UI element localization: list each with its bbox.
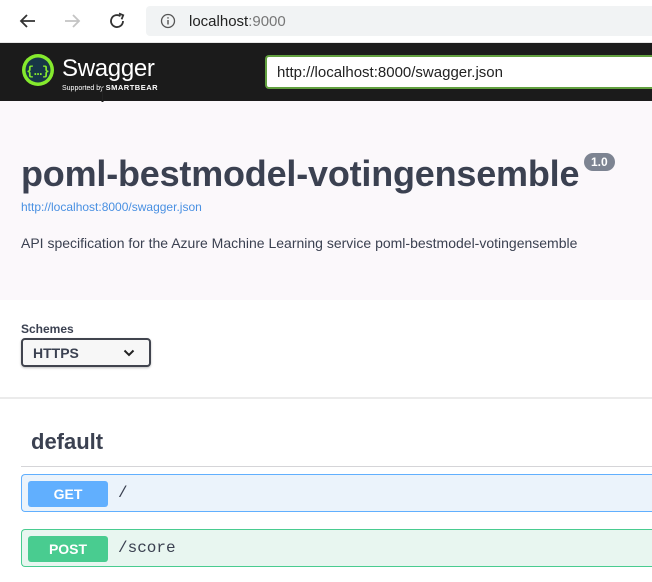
- schemes-selected-value: HTTPS: [33, 345, 79, 361]
- forward-arrow-icon[interactable]: [60, 9, 84, 33]
- smartbear-tagline: Supported by SMARTBEAR: [62, 83, 158, 92]
- svg-text:{…}: {…}: [26, 64, 49, 79]
- spec-url-input[interactable]: [265, 55, 652, 89]
- back-arrow-icon[interactable]: [16, 9, 40, 33]
- section-divider: [0, 397, 652, 399]
- schemes-select[interactable]: HTTPS: [21, 338, 151, 367]
- api-info-section: poml-bestmodel-votingensemble 1.0 http:/…: [0, 101, 652, 300]
- method-badge-get: GET: [28, 481, 108, 507]
- browser-toolbar: localhost:9000: [0, 0, 652, 43]
- operation-path: /: [118, 484, 128, 502]
- tag-header-default[interactable]: default: [31, 429, 103, 455]
- address-port: :9000: [248, 13, 286, 30]
- info-icon[interactable]: [160, 13, 176, 29]
- operation-post-score[interactable]: POST /score: [21, 529, 652, 567]
- api-description: API specification for the Azure Machine …: [21, 235, 578, 251]
- supported-by-text: Supported by: [62, 85, 104, 92]
- swagger-logo-text[interactable]: Swagger: [62, 55, 155, 83]
- operation-path: /score: [118, 539, 176, 557]
- swagger-logo-icon[interactable]: {…}: [21, 53, 55, 87]
- smartbear-brand: SMARTBEAR: [105, 83, 159, 92]
- tag-underline: [21, 466, 652, 467]
- text-cursor-icon: [101, 88, 104, 102]
- version-badge: 1.0: [584, 153, 615, 171]
- chevron-down-icon: [123, 349, 135, 357]
- address-url[interactable]: localhost:9000: [189, 13, 286, 30]
- address-host: localhost: [189, 13, 249, 30]
- spec-link[interactable]: http://localhost:8000/swagger.json: [21, 200, 202, 214]
- swagger-topbar: {…} Swagger Supported by SMARTBEAR: [0, 43, 652, 101]
- address-bar[interactable]: localhost:9000: [146, 6, 652, 36]
- operation-get-root[interactable]: GET /: [21, 474, 652, 512]
- schemes-label: Schemes: [21, 322, 74, 336]
- page-title: poml-bestmodel-votingensemble: [21, 153, 580, 194]
- method-badge-post: POST: [28, 536, 108, 562]
- reload-icon[interactable]: [105, 9, 129, 33]
